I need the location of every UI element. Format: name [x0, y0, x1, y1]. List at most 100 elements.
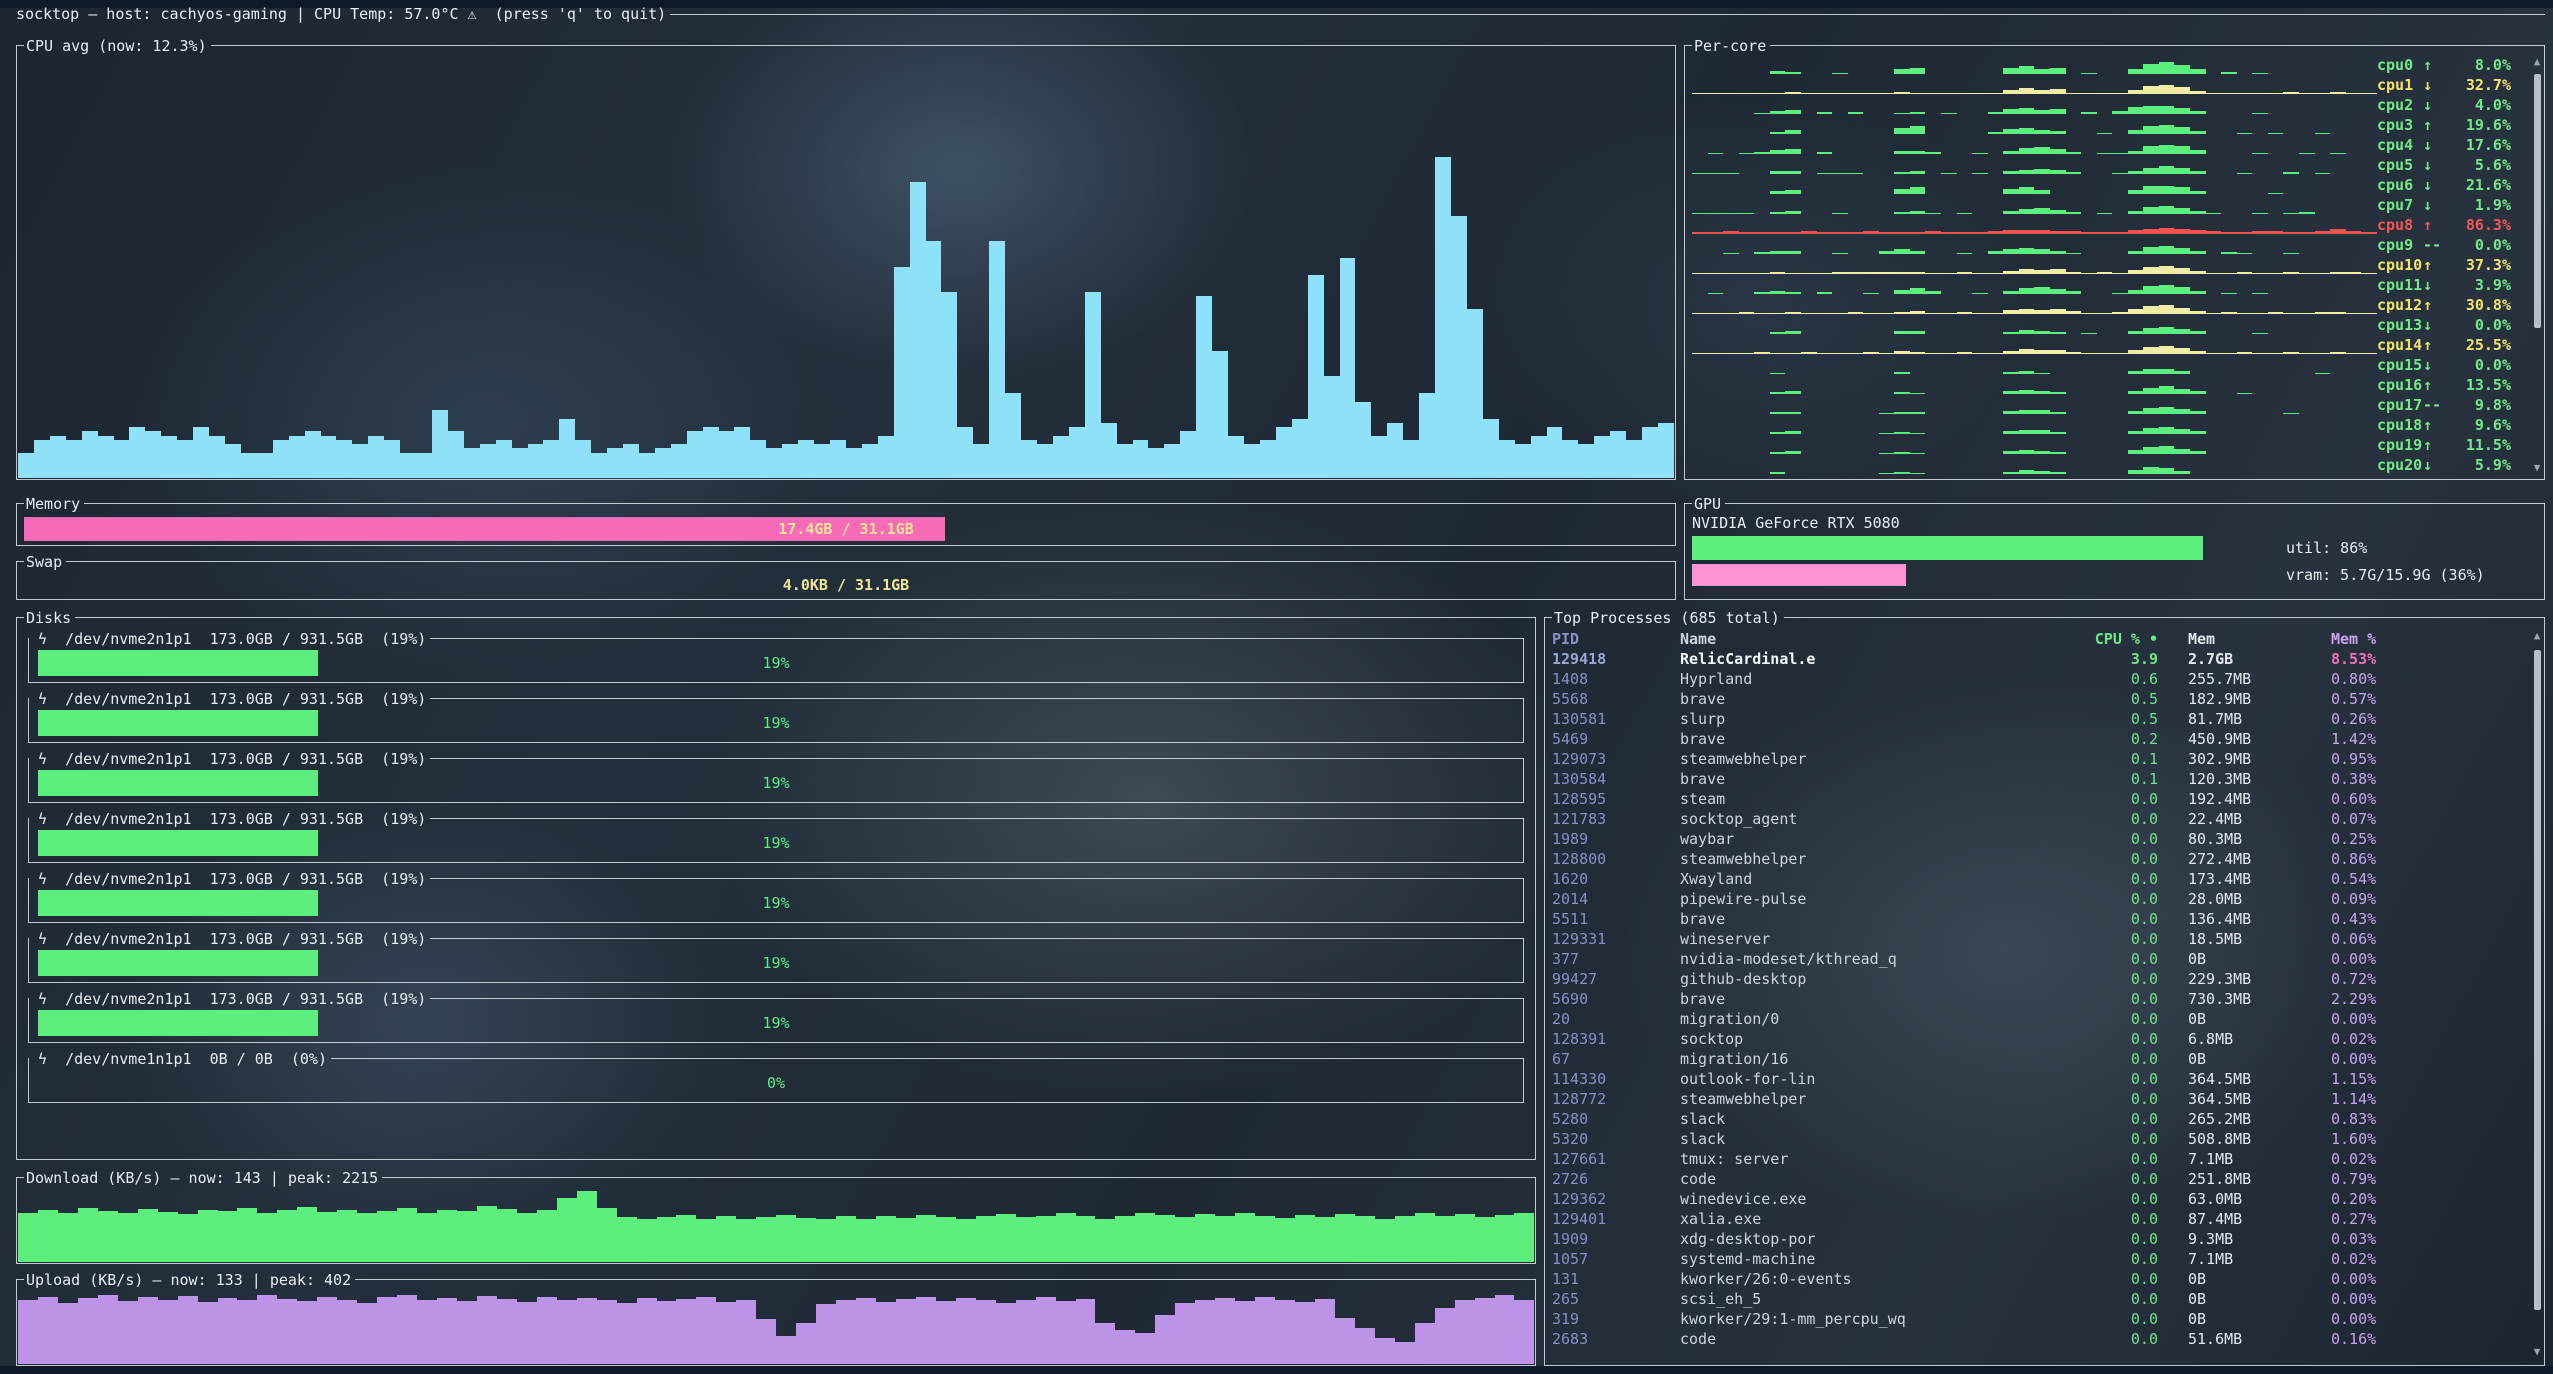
chart-bar — [575, 440, 591, 478]
chart-bar — [1925, 313, 1941, 314]
core-row: cpu18↑9.6% — [1692, 415, 2527, 435]
chart-bar — [2237, 313, 2253, 314]
process-cpu: 0.5 — [2072, 709, 2158, 729]
chart-bar — [1531, 436, 1547, 478]
process-pid: 377 — [1552, 949, 1680, 969]
chart-bar — [1801, 93, 1817, 94]
core-name: cpu9 — [2377, 235, 2423, 255]
chart-bar — [1817, 93, 1833, 94]
chart-bar — [2019, 230, 2035, 234]
chart-bar — [916, 1297, 936, 1365]
chart-bar — [2206, 313, 2222, 314]
chart-bar — [1215, 1298, 1235, 1364]
swap-panel: Swap 4.0KB / 31.1GB — [16, 552, 1676, 600]
per-core-scroll-up-icon[interactable]: ▲ — [2531, 56, 2543, 68]
chart-bar — [1879, 313, 1895, 314]
column-header-pid[interactable]: PID — [1552, 629, 1680, 649]
chart-bar — [2050, 149, 2066, 154]
chart-bar — [2268, 231, 2284, 234]
process-mem-pct: 0.00% — [2301, 1269, 2461, 1289]
core-label: cpu10↑37.3% — [2377, 255, 2527, 275]
process-row: 129362winedevice.exe0.063.0MB0.20% — [1552, 1189, 2531, 1209]
process-name: brave — [1680, 729, 2072, 749]
chart-bar — [1115, 1330, 1135, 1364]
gpu-panel: GPU NVIDIA GeForce RTX 5080 util: 86% vr… — [1684, 494, 2545, 600]
core-usage-value: 37.3% — [2443, 255, 2511, 275]
column-header-mem[interactable]: Mem — [2158, 629, 2301, 649]
processes-scrollbar-thumb[interactable] — [2534, 650, 2541, 1310]
process-cpu: 0.0 — [2072, 929, 2158, 949]
process-pid: 5280 — [1552, 1109, 1680, 1129]
chart-bar — [2283, 413, 2299, 414]
chart-bar — [2174, 287, 2190, 294]
column-header-cpu-[interactable]: CPU % • — [2072, 629, 2158, 649]
chart-bar — [1801, 273, 1817, 274]
chart-bar — [1817, 173, 1833, 174]
chart-bar — [1832, 173, 1848, 174]
column-header-mem-[interactable]: Mem % — [2301, 629, 2461, 649]
process-mem-pct: 0.03% — [2301, 1229, 2461, 1249]
per-core-scrollbar-thumb[interactable] — [2534, 74, 2541, 328]
core-usage-value: 17.6% — [2443, 135, 2511, 155]
column-header-name[interactable]: Name — [1680, 629, 2072, 649]
per-core-panel: Per-core cpu0↑8.0%cpu1↓32.7%cpu2↓4.0%cpu… — [1684, 36, 2545, 480]
core-sparkline — [1692, 317, 2377, 334]
process-mem: 508.8MB — [2158, 1129, 2301, 1149]
chart-bar — [2003, 129, 2019, 134]
chart-bar — [1910, 93, 1926, 94]
chart-bar — [2112, 153, 2128, 154]
chart-bar — [1375, 1219, 1395, 1263]
process-mem-pct: 0.00% — [2301, 1049, 2461, 1069]
per-core-scroll-down-icon[interactable]: ▼ — [2531, 462, 2543, 474]
chart-bar — [1355, 402, 1371, 478]
chart-bar — [257, 453, 273, 478]
chart-bar — [277, 1299, 297, 1364]
process-row: 1620Xwayland0.0173.4MB0.54% — [1552, 869, 2531, 889]
chart-bar — [2050, 231, 2066, 234]
chart-bar — [2206, 93, 2222, 94]
chart-bar — [2128, 251, 2144, 254]
chart-bar — [2019, 88, 2035, 94]
chart-bar — [1036, 1297, 1056, 1364]
process-mem: 0B — [2158, 949, 2301, 969]
chart-bar — [2159, 346, 2175, 355]
chart-bar — [1739, 312, 1755, 314]
process-row: 20migration/00.00B0.00% — [1552, 1009, 2531, 1029]
process-row: 5690brave0.0730.3MB2.29% — [1552, 989, 2531, 1009]
processes-scroll-up-icon[interactable]: ▲ — [2531, 630, 2543, 642]
chart-bar — [2159, 166, 2175, 174]
chart-bar — [2299, 212, 2315, 214]
process-mem-pct: 2.29% — [2301, 989, 2461, 1009]
chart-bar — [1770, 432, 1786, 434]
chart-bar — [2252, 113, 2268, 114]
chart-bar — [2237, 232, 2253, 234]
chart-bar — [2143, 467, 2159, 474]
process-mem: 730.3MB — [2158, 989, 2301, 1009]
chart-bar — [1785, 149, 1801, 154]
chart-bar — [2190, 311, 2206, 314]
process-row: 2683code0.051.6MB0.16% — [1552, 1329, 2531, 1349]
chart-bar — [2315, 93, 2331, 94]
chart-bar — [1275, 1300, 1295, 1365]
process-pid: 20 — [1552, 1009, 1680, 1029]
chart-bar — [2081, 93, 2097, 94]
core-name: cpu8 — [2377, 215, 2423, 235]
chart-bar — [2159, 407, 2175, 414]
process-row: 2726code0.0251.8MB0.79% — [1552, 1169, 2531, 1189]
core-sparkline — [1692, 257, 2377, 274]
chart-bar — [2050, 392, 2066, 394]
chart-bar — [2315, 353, 2331, 354]
processes-scroll-down-icon[interactable]: ▼ — [2531, 1346, 2543, 1358]
chart-bar — [1957, 272, 1973, 274]
process-mem-pct: 1.60% — [2301, 1129, 2461, 1149]
chart-bar — [1435, 157, 1451, 478]
process-mem: 51.6MB — [2158, 1329, 2301, 1349]
chart-bar — [1212, 351, 1228, 478]
chart-bar — [317, 1297, 337, 1365]
app-title: socktop — host: cachyos-gaming | CPU Tem… — [16, 4, 666, 24]
chart-bar — [2128, 371, 2144, 374]
process-pid: 128391 — [1552, 1029, 1680, 1049]
chart-bar — [876, 1216, 896, 1263]
process-cpu: 0.0 — [2072, 1249, 2158, 1269]
chart-bar — [1770, 71, 1786, 74]
